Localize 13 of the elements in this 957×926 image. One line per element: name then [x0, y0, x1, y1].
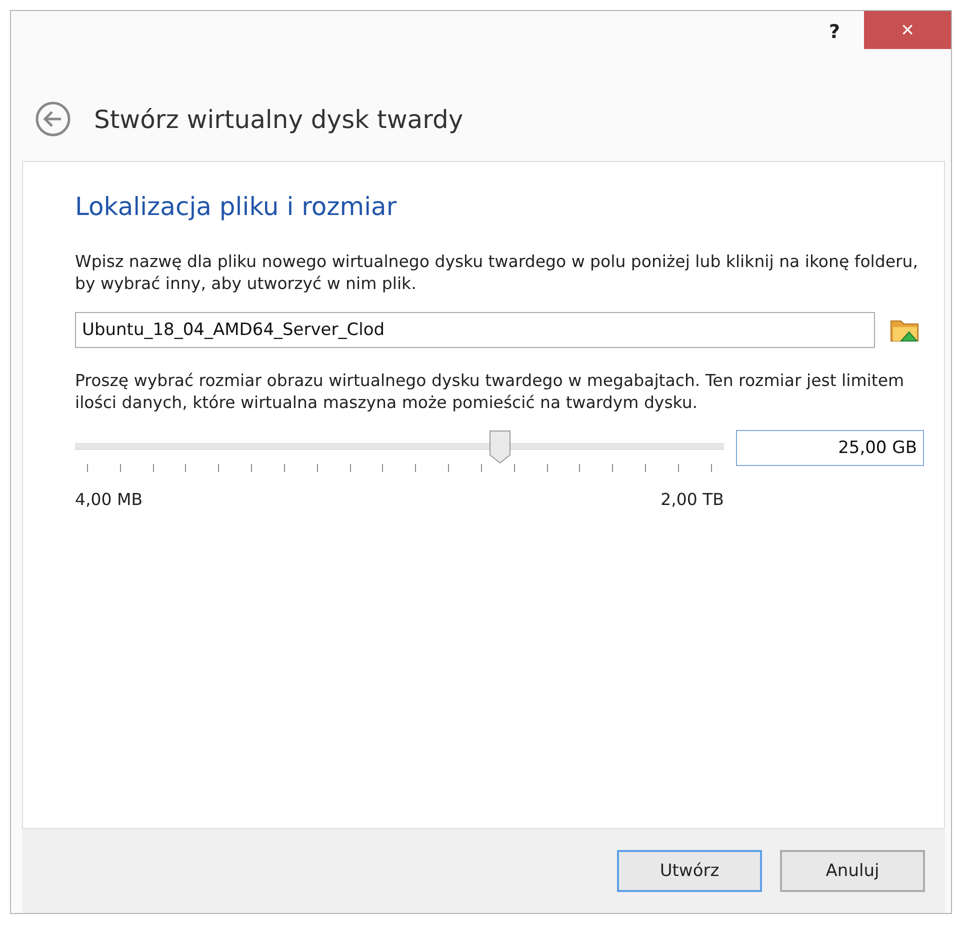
- file-name-field[interactable]: Ubuntu_18_04_AMD64_Server_Clod: [75, 312, 875, 348]
- page-heading: Lokalizacja pliku i rozmiar: [75, 192, 398, 221]
- dialog-button[interactable]: Anuluj: [780, 850, 925, 892]
- close-button[interactable]: ×: [864, 11, 951, 49]
- file-description: Wpisz nazwę dla pliku nowego wirtualnego dysku twardego w polu poniżej lub kliknij na ikonę folderu, by wybrać inny, aby utworzyć w nim plik.: [75, 251, 919, 296]
- help-button[interactable]: ?: [828, 21, 840, 43]
- size-description: Proszę wybrać rozmiar obrazu wirtualnego dysku twardego w megabajtach. Ten rozmiar jest limitem ilości danych, które wirtualna maszyna może pomieścić na twardym dysku.: [75, 370, 906, 414]
- slider-thumb[interactable]: [489, 430, 512, 464]
- wizard-title: Stwórz wirtualny dysk twardy: [94, 104, 464, 134]
- max-size-label: 2,00 TB: [660, 490, 724, 510]
- min-size-label: 4,00 MB: [75, 490, 143, 510]
- dialog-button[interactable]: Utwórz: [617, 850, 762, 892]
- size-field[interactable]: 25,00 GB: [736, 430, 924, 466]
